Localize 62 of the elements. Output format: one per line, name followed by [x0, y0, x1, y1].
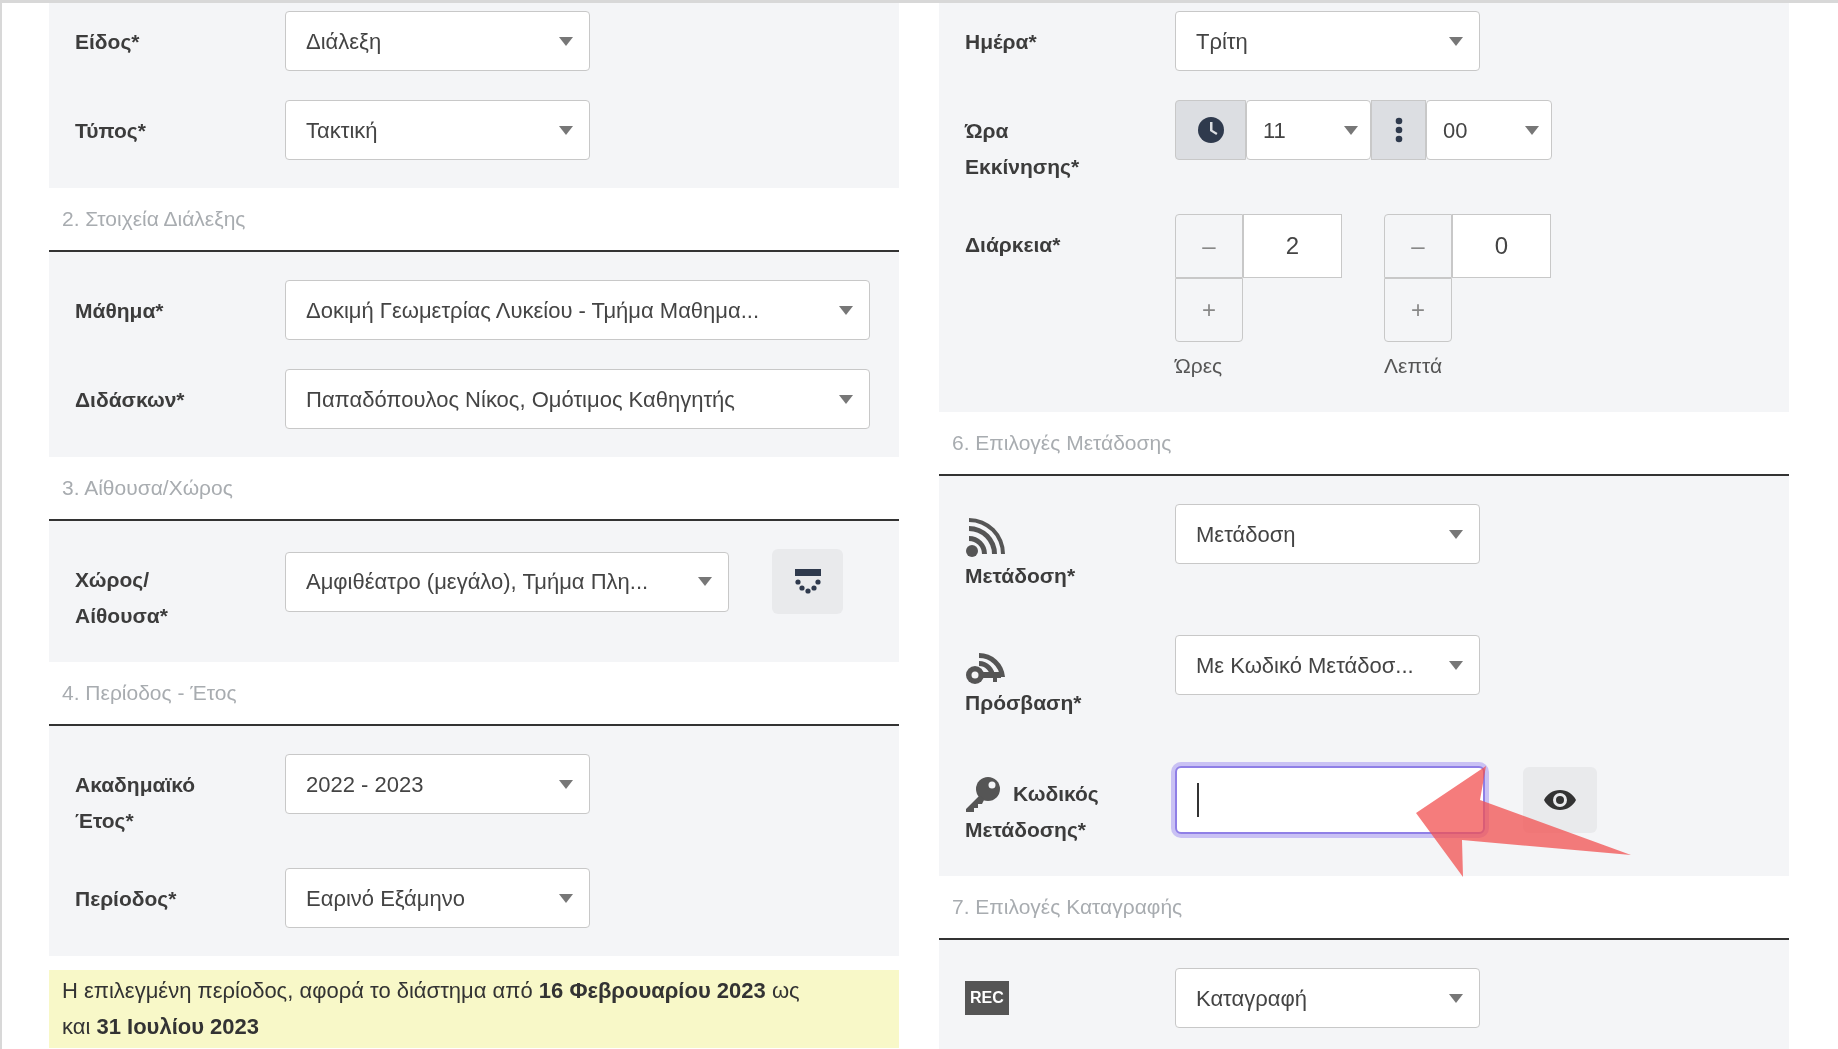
section-heading: 3. Αίθουσα/Χώρος: [62, 475, 233, 502]
field-label: Χώρος/: [75, 567, 150, 593]
field-label: Ώρα: [965, 118, 1009, 144]
dropdown-select[interactable]: Παπαδόπουλος Νίκος, Ομότιμος Καθηγητής: [285, 369, 870, 429]
field-label: Διάρκεια*: [965, 232, 1061, 258]
seating-icon: [793, 568, 822, 595]
key-icon: [965, 776, 1001, 812]
clock-icon: [1197, 117, 1224, 143]
section-heading: 7. Επιλογές Καταγραφής: [952, 894, 1183, 921]
caret-icon: [1449, 529, 1463, 539]
caret-icon: [1344, 125, 1358, 135]
show-password-button[interactable]: [1523, 767, 1597, 833]
rss-icon: [965, 518, 1005, 558]
period-note: Η επιλεγμένη περίοδος, αφορά το διάστημα από 16 Φεβρουαρίου 2023 ως και 31 Ιουλίου 2023: [49, 970, 899, 1048]
caret-icon: [559, 893, 573, 903]
field-label: Πρόσβαση*: [965, 690, 1082, 716]
dropdown-select[interactable]: Τρίτη: [1175, 11, 1480, 71]
caret-icon: [1525, 125, 1539, 135]
section-heading: 4. Περίοδος - Έτος: [62, 680, 237, 707]
caret-icon: [559, 779, 573, 789]
dropdown-select[interactable]: Μετάδοση: [1175, 504, 1480, 564]
dropdown-select[interactable]: 2022 - 2023: [285, 754, 590, 814]
dropdown-select[interactable]: Αμφιθέατρο (μεγάλο), Τμήμα Πλη...: [285, 551, 729, 612]
number-field[interactable]: 0: [1452, 214, 1551, 278]
field-label: Είδος*: [75, 29, 140, 55]
dropdown-select[interactable]: Καταγραφή: [1175, 968, 1480, 1028]
field-label: Έτος*: [75, 808, 134, 834]
field-label: Τύπος*: [75, 118, 146, 144]
field-label: Διδάσκων*: [75, 387, 185, 413]
caret-icon: [698, 577, 712, 586]
field-label: Εκκίνησης*: [965, 154, 1080, 180]
caret-icon: [839, 394, 853, 404]
dropdown-select[interactable]: Δοκιμή Γεωμετρίας Λυκείου - Τμήμα Μαθημα...: [285, 280, 870, 340]
field-label: Περίοδος*: [75, 886, 177, 912]
caret-icon: [559, 125, 573, 135]
field-label: Κωδικός: [1013, 781, 1099, 807]
field-label: Αίθουσα*: [75, 603, 168, 629]
field-label: Ακαδημαϊκό: [75, 772, 196, 798]
caret-icon: [1449, 993, 1463, 1003]
dropdown-select[interactable]: Εαρινό Εξάμηνο: [285, 868, 590, 928]
rec-badge: REC: [965, 981, 1009, 1015]
hour-select[interactable]: 11: [1246, 100, 1371, 160]
unit-caption: Ώρες: [1175, 353, 1224, 379]
field-label: Μετάδοση*: [965, 563, 1076, 589]
caret-icon: [839, 305, 853, 315]
room-layout-button[interactable]: [772, 549, 843, 614]
number-field[interactable]: 2: [1243, 214, 1342, 278]
vertical-dots-icon: [1394, 117, 1403, 143]
caret-icon: [559, 36, 573, 46]
eye-icon: [1544, 790, 1576, 810]
section-heading: 2. Στοιχεία Διάλεξης: [62, 206, 246, 233]
dropdown-select[interactable]: Τακτική: [285, 100, 590, 160]
field-label: Μάθημα*: [75, 298, 164, 324]
dropdown-select[interactable]: Διάλεξη: [285, 11, 590, 71]
field-label: Ημέρα*: [965, 29, 1037, 55]
unit-caption: Λεπτά: [1384, 353, 1444, 379]
field-label: Μετάδοσης*: [965, 817, 1086, 843]
section-heading: 6. Επιλογές Μετάδοσης: [952, 430, 1172, 457]
caret-icon: [1449, 660, 1463, 670]
dropdown-select[interactable]: Με Κωδικό Μετάδοσ...: [1175, 635, 1480, 695]
minute-select[interactable]: 00: [1426, 100, 1552, 160]
caret-icon: [1449, 36, 1463, 46]
